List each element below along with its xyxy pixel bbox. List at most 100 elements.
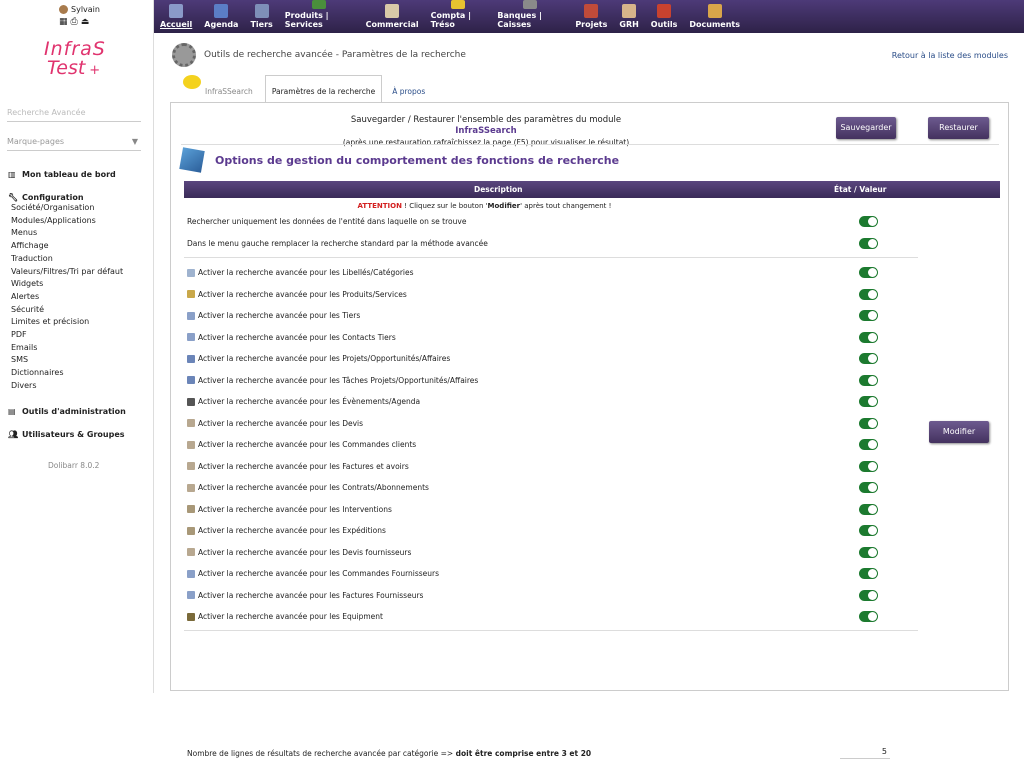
- table-row: Dans le menu gauche remplacer la recherc…: [184, 233, 1000, 255]
- advanced-search-input[interactable]: Recherche Avancée: [7, 108, 141, 122]
- toggle-on[interactable]: [859, 525, 878, 537]
- bookmarks-select[interactable]: Marque-pages ▼: [7, 137, 141, 151]
- toggle-on[interactable]: [859, 216, 878, 228]
- calculator-icon[interactable]: ▦: [59, 17, 71, 27]
- module-icon: [187, 397, 195, 406]
- config-item[interactable]: Traduction: [8, 253, 148, 266]
- toggle-on[interactable]: [859, 396, 878, 408]
- config-item[interactable]: Dictionnaires: [8, 367, 148, 380]
- toggle-on[interactable]: [859, 439, 878, 451]
- table-row: Activer la recherche avancée pour les Pr…: [184, 284, 1000, 306]
- module-icon: [187, 526, 195, 535]
- config-item[interactable]: Affichage: [8, 240, 148, 253]
- menu-configuration[interactable]: 🔧︎ Configuration: [8, 193, 148, 202]
- rows-count-input[interactable]: 5: [840, 747, 890, 759]
- config-item[interactable]: Emails: [8, 342, 148, 355]
- config-item[interactable]: PDF: [8, 329, 148, 342]
- topmenu-item[interactable]: Accueil: [154, 0, 198, 33]
- module-icon: [187, 311, 195, 320]
- menu-admin-tools[interactable]: ▤ Outils d'administration: [8, 407, 148, 416]
- topmenu-item[interactable]: Agenda: [198, 0, 244, 33]
- module-icon: [187, 569, 195, 578]
- toggle-on[interactable]: [859, 546, 878, 558]
- menu-icon: [584, 4, 599, 18]
- config-item[interactable]: SMS: [8, 354, 148, 367]
- menu-icon: [451, 0, 466, 9]
- table-row: Activer la recherche avancée pour les Co…: [184, 477, 1000, 499]
- module-icon: [187, 419, 195, 428]
- table-row: Activer la recherche avancée pour les Fa…: [184, 585, 1000, 607]
- restore-button[interactable]: Restaurer: [928, 117, 989, 139]
- toggle-on[interactable]: [859, 237, 878, 249]
- tab-a-propos[interactable]: À propos: [386, 75, 431, 102]
- toggle-on[interactable]: [859, 482, 878, 494]
- topmenu-item[interactable]: Documents: [683, 0, 746, 33]
- chevron-down-icon: ▼: [131, 137, 138, 146]
- section-header: Options de gestion du comportement des f…: [179, 147, 620, 173]
- topmenu-item[interactable]: Commercial: [360, 0, 425, 33]
- config-item[interactable]: Modules/Applications: [8, 215, 148, 228]
- section-title: Options de gestion du comportement des f…: [215, 153, 620, 167]
- config-item[interactable]: Menus: [8, 227, 148, 240]
- toggle-on[interactable]: [859, 310, 878, 322]
- config-item[interactable]: Société/Organisation: [8, 202, 148, 215]
- left-menu: ▥ Mon tableau de bord 🔧︎ Configuration Soc…: [8, 170, 148, 439]
- save-button[interactable]: Sauvegarder: [836, 117, 896, 139]
- topmenu-item[interactable]: Banques | Caisses: [491, 0, 569, 33]
- back-to-modules-link[interactable]: Retour à la liste des modules: [892, 51, 1008, 60]
- toggle-on[interactable]: [859, 611, 878, 623]
- toggle-on[interactable]: [859, 353, 878, 365]
- save-restore-bar: Sauvegarder / Restaurer l'ensemble des p…: [171, 115, 1010, 147]
- options-rows: Rechercher uniquement les données de l'e…: [184, 211, 1000, 632]
- topmenu-item[interactable]: GRH: [613, 0, 644, 33]
- print-icon[interactable]: ⎙: [71, 17, 81, 27]
- topmenu-item[interactable]: Projets: [569, 0, 613, 33]
- cube-icon: [179, 147, 205, 173]
- tab-parametres[interactable]: Paramètres de la recherche: [264, 75, 383, 102]
- tools-icon: ▤: [8, 406, 16, 416]
- logout-icon[interactable]: ⏏: [81, 17, 93, 27]
- config-item[interactable]: Valeurs/Filtres/Tri par défaut: [8, 266, 148, 279]
- toggle-on[interactable]: [859, 589, 878, 601]
- menu-users-groups[interactable]: 👥︎ Utilisateurs & Groupes: [8, 430, 148, 439]
- user-info[interactable]: Sylvain: [59, 5, 100, 14]
- config-item[interactable]: Sécurité: [8, 304, 148, 317]
- table-row: Activer la recherche avancée pour les Co…: [184, 327, 1000, 349]
- module-icon: [187, 483, 195, 492]
- warning-text: ATTENTION ! Cliquez sur le bouton 'Modif…: [357, 202, 612, 210]
- menu-icon: [312, 0, 327, 9]
- modify-button[interactable]: Modifier: [929, 421, 989, 443]
- divider: [184, 629, 918, 631]
- module-icon: [187, 290, 195, 299]
- tab-infrassearch[interactable]: InfraSSearch: [179, 75, 259, 102]
- config-item[interactable]: Limites et précision: [8, 316, 148, 329]
- toggle-on[interactable]: [859, 374, 878, 386]
- topmenu-item[interactable]: Outils: [645, 0, 684, 33]
- divider: [181, 144, 999, 145]
- left-sidebar: Sylvain ▦⎙⏏ InfraS Test + Recherche Avanc…: [0, 0, 154, 693]
- menu-icon: [523, 0, 538, 9]
- config-item[interactable]: Divers: [8, 380, 148, 393]
- topmenu-item[interactable]: Tiers: [244, 0, 278, 33]
- table-row: Activer la recherche avancée pour les Fa…: [184, 456, 1000, 478]
- toggle-on[interactable]: [859, 503, 878, 515]
- config-item[interactable]: Widgets: [8, 278, 148, 291]
- toggle-on[interactable]: [859, 288, 878, 300]
- config-items: Société/Organisation Modules/Applications…: [8, 202, 148, 393]
- topmenu-item[interactable]: Compta | Tréso: [425, 0, 492, 33]
- rows-per-category: Nombre de lignes de résultats de recherc…: [184, 747, 1000, 761]
- toggle-on[interactable]: [859, 568, 878, 580]
- menu-dashboard[interactable]: ▥ Mon tableau de bord: [8, 170, 148, 179]
- module-icon: [187, 548, 195, 557]
- table-row: Activer la recherche avancée pour les Ex…: [184, 520, 1000, 542]
- topmenu-item[interactable]: Produits | Services: [279, 0, 360, 33]
- toggle-on[interactable]: [859, 460, 878, 472]
- toggle-on[interactable]: [859, 267, 878, 279]
- config-item[interactable]: Alertes: [8, 291, 148, 304]
- toggle-on[interactable]: [859, 331, 878, 343]
- avatar: [59, 5, 68, 14]
- main-content: Outils de recherche avancée - Paramètres…: [154, 33, 1024, 759]
- module-icon: [187, 440, 195, 449]
- tabs: InfraSSearch Paramètres de la recherche …: [179, 75, 431, 102]
- toggle-on[interactable]: [859, 417, 878, 429]
